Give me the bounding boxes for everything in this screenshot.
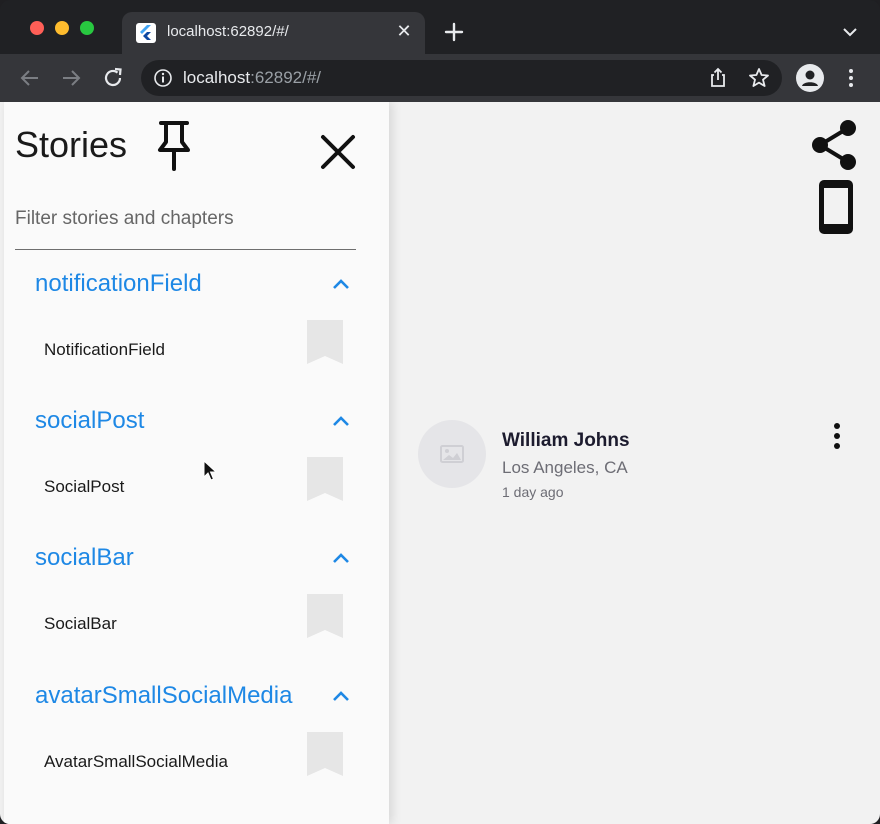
story-row-socialbar[interactable]: SocialBar <box>4 594 389 650</box>
address-bar[interactable]: localhost:62892/#/ <box>141 60 782 96</box>
chevron-up-icon[interactable] <box>330 413 352 429</box>
tab-bar: localhost:62892/#/ ✕ <box>0 0 880 54</box>
stories-drawer: Stories notificationField <box>4 102 389 824</box>
close-icon[interactable] <box>318 132 358 172</box>
section-header[interactable]: socialPost <box>35 407 144 435</box>
story-preview-area: William Johns Los Angeles, CA 1 day ago <box>389 102 880 824</box>
forward-arrow-icon[interactable] <box>59 66 83 90</box>
section-header[interactable]: socialBar <box>35 544 134 572</box>
bookmark-star-icon[interactable] <box>747 66 771 90</box>
profile-avatar-icon[interactable] <box>796 64 824 92</box>
section-header[interactable]: notificationField <box>35 270 202 298</box>
share-icon[interactable] <box>810 118 860 172</box>
new-tab-plus-icon[interactable] <box>441 19 467 45</box>
back-arrow-icon[interactable] <box>18 66 42 90</box>
bookmark-icon[interactable] <box>307 594 343 642</box>
chevron-up-icon[interactable] <box>330 276 352 292</box>
reload-icon[interactable] <box>101 66 125 90</box>
url-path: :62892/#/ <box>250 68 322 87</box>
post-avatar <box>418 420 486 488</box>
story-row-notificationfield[interactable]: NotificationField <box>4 320 389 376</box>
url-host: localhost <box>183 68 251 87</box>
post-author-name: William Johns <box>502 430 630 451</box>
section-header[interactable]: avatarSmallSocialMedia <box>35 682 292 710</box>
post-location: Los Angeles, CA <box>502 458 628 477</box>
flutter-favicon-icon <box>136 23 156 43</box>
story-label: SocialBar <box>44 614 117 633</box>
story-row-socialpost[interactable]: SocialPost <box>4 457 389 513</box>
story-label: NotificationField <box>44 340 165 359</box>
story-label: AvatarSmallSocialMedia <box>44 752 228 771</box>
image-placeholder-icon <box>440 445 464 463</box>
page-content: William Johns Los Angeles, CA 1 day ago … <box>0 102 880 824</box>
bookmark-icon[interactable] <box>307 320 343 368</box>
post-timestamp: 1 day ago <box>502 484 564 500</box>
share-page-icon[interactable] <box>706 66 730 90</box>
story-label: SocialPost <box>44 477 125 496</box>
drawer-title: Stories <box>15 124 128 165</box>
maximize-window-button[interactable] <box>80 21 94 35</box>
pin-icon[interactable] <box>154 120 194 172</box>
url-text: localhost:62892/#/ <box>183 68 321 88</box>
bookmark-icon[interactable] <box>307 732 343 780</box>
social-post: William Johns Los Angeles, CA 1 day ago <box>418 420 868 510</box>
browser-window: localhost:62892/#/ ✕ localhost:62892/#/ … <box>0 0 880 824</box>
tab-search-chevron-icon[interactable] <box>840 22 860 42</box>
minimize-window-button[interactable] <box>55 21 69 35</box>
filter-field[interactable] <box>15 202 356 250</box>
close-window-button[interactable] <box>30 21 44 35</box>
device-preview-icon[interactable] <box>816 178 856 236</box>
bookmark-icon[interactable] <box>307 457 343 505</box>
chevron-up-icon[interactable] <box>330 688 352 704</box>
more-vert-icon[interactable] <box>827 422 847 450</box>
chevron-up-icon[interactable] <box>330 550 352 566</box>
mouse-pointer-icon <box>203 459 218 482</box>
tab-title: localhost:62892/#/ <box>167 23 289 40</box>
tab-close-icon[interactable]: ✕ <box>393 20 415 42</box>
story-row-avatarsmallsocialmedia[interactable]: AvatarSmallSocialMedia <box>4 732 389 788</box>
site-info-icon[interactable] <box>153 68 173 88</box>
browser-menu-icon[interactable] <box>839 66 863 90</box>
filter-input[interactable] <box>15 202 356 230</box>
browser-toolbar: localhost:62892/#/ <box>0 54 880 102</box>
tab-active[interactable]: localhost:62892/#/ ✕ <box>122 12 425 54</box>
